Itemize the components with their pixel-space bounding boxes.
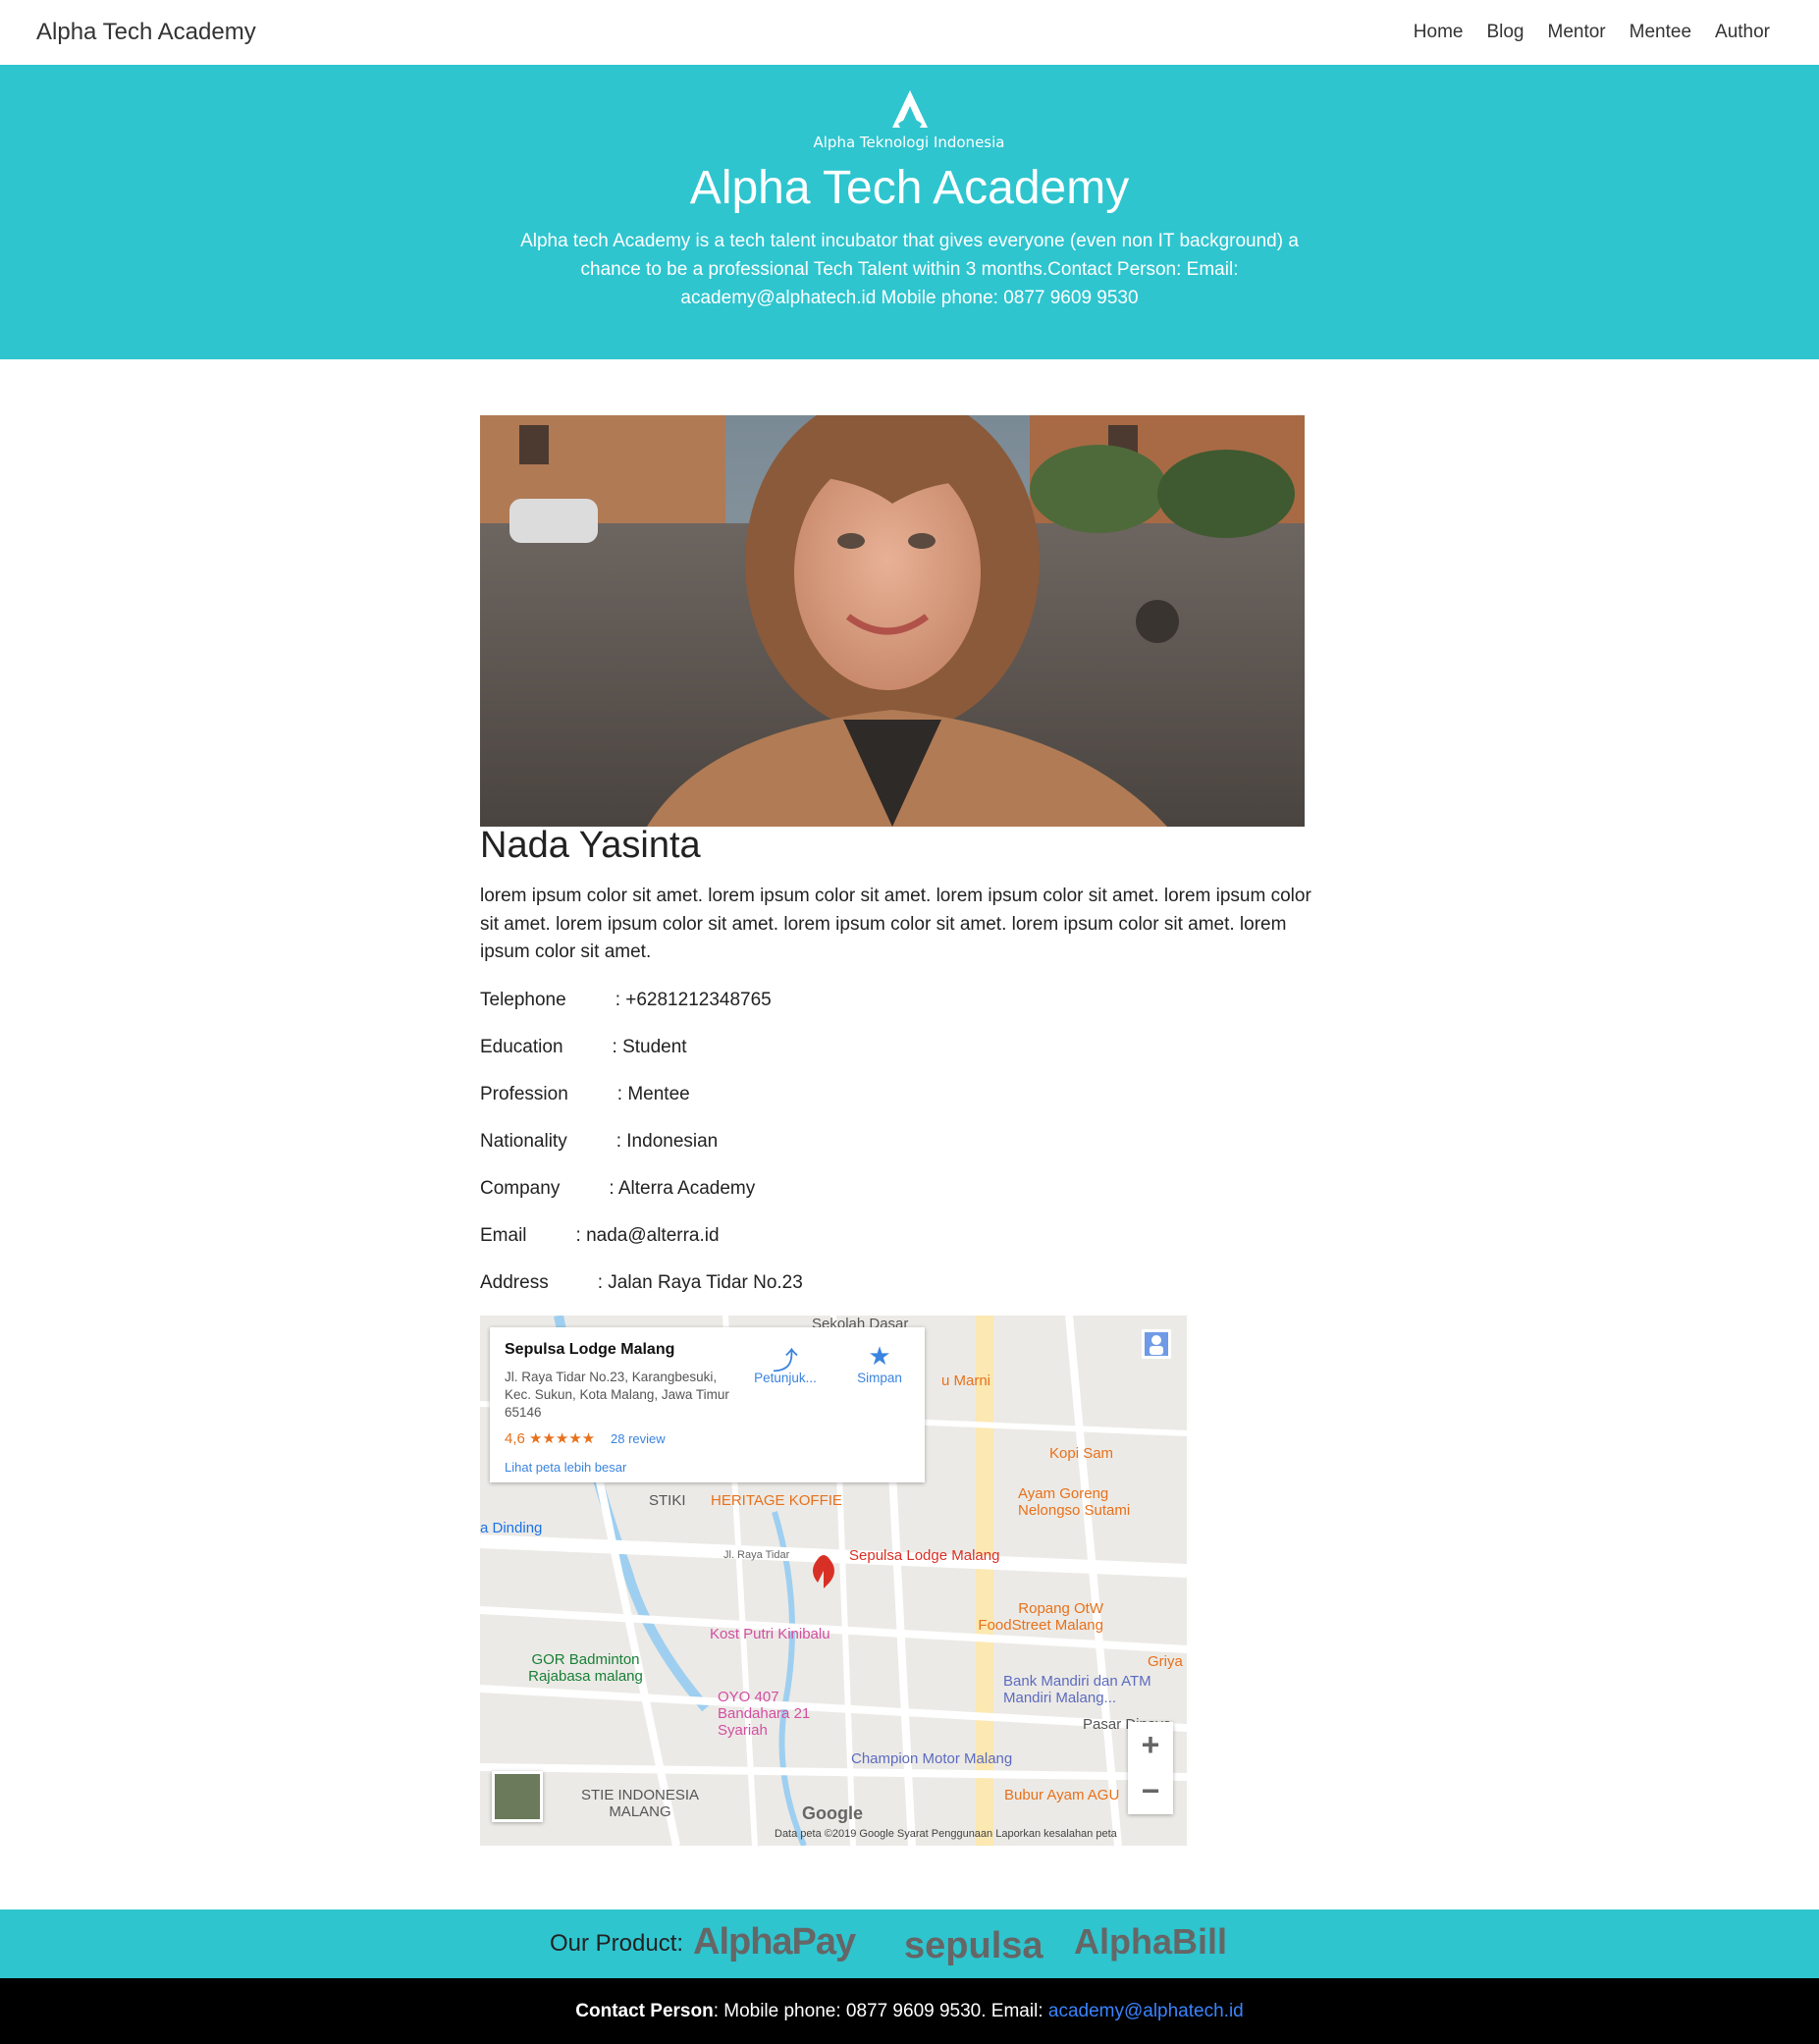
hero-banner: Alpha Teknologi Indonesia Alpha Tech Aca… bbox=[0, 65, 1819, 359]
map-directions-button[interactable]: ⤴ Petunjuk... bbox=[751, 1341, 820, 1385]
map-save-button[interactable]: ★ Simpan bbox=[845, 1341, 914, 1385]
map-label-stiki: STIKI bbox=[649, 1492, 686, 1509]
alphapay-logo: AlphaPay bbox=[693, 1921, 856, 1963]
profile-bio: lorem ipsum color sit amet. lorem ipsum … bbox=[480, 886, 1311, 962]
products-bar: Our Product: AlphaPay sepulsa AlphaBill bbox=[0, 1910, 1819, 1978]
detail-value: : Jalan Raya Tidar No.23 bbox=[597, 1272, 803, 1293]
detail-label: Education bbox=[480, 1037, 563, 1057]
map-label-kopi-sam: Kopi Sam bbox=[1049, 1445, 1114, 1462]
logo-text: Alpha Teknologi Indonesia bbox=[813, 134, 1005, 151]
google-logo: Google bbox=[802, 1803, 863, 1823]
map-label-oyo: OYO 407 Bandahara 21 Syariah bbox=[718, 1689, 811, 1739]
detail-nationality: Nationality : Indonesian bbox=[480, 1128, 803, 1175]
contact-footer: Contact Person: Mobile phone: 0877 9609 … bbox=[0, 1978, 1819, 2044]
detail-value: : Mentee bbox=[616, 1084, 690, 1104]
profile-photo-image bbox=[480, 415, 1305, 827]
pegman-icon[interactable] bbox=[1142, 1329, 1171, 1359]
map-label-griya: Griya bbox=[1148, 1653, 1183, 1670]
detail-label: Nationality bbox=[480, 1131, 567, 1152]
detail-email: Email : nada@alterra.id bbox=[480, 1222, 803, 1269]
map-label-ropang: Ropang OtW FoodStreet Malang bbox=[978, 1600, 1103, 1634]
map-place-name: Sepulsa Lodge Malang bbox=[505, 1341, 675, 1358]
hero-description: Alpha tech Academy is a tech talent incu… bbox=[520, 231, 1299, 308]
detail-company: Company : Alterra Academy bbox=[480, 1175, 803, 1222]
detail-value: : Student bbox=[612, 1037, 687, 1057]
map-reviews-link[interactable]: 28 review bbox=[611, 1431, 666, 1446]
alpha-logo-icon bbox=[892, 90, 928, 128]
profile-photo bbox=[480, 415, 1305, 827]
map-bigger-link[interactable]: Lihat peta lebih besar bbox=[505, 1460, 626, 1475]
detail-value: : Indonesian bbox=[615, 1131, 719, 1152]
nav-home[interactable]: Home bbox=[1414, 22, 1464, 43]
nav-mentee[interactable]: Mentee bbox=[1630, 22, 1691, 43]
detail-value: : +6281212348765 bbox=[615, 990, 772, 1010]
detail-value: : Alterra Academy bbox=[609, 1178, 756, 1199]
contact-label: Contact Person bbox=[575, 2001, 714, 2021]
hero-title: Alpha Tech Academy bbox=[689, 162, 1130, 214]
map-label-heritage: HERITAGE KOFFIE bbox=[711, 1492, 842, 1509]
star-icon: ★ bbox=[868, 1341, 891, 1371]
detail-telephone: Telephone : +6281212348765 bbox=[480, 987, 803, 1034]
navbar: Alpha Tech Academy Home Blog Mentor Ment… bbox=[0, 0, 1819, 65]
detail-profession: Profession : Mentee bbox=[480, 1081, 803, 1128]
detail-education: Education : Student bbox=[480, 1034, 803, 1081]
map-label-kost: Kost Putri Kinibalu bbox=[710, 1626, 830, 1642]
map-label-bubur: Bubur Ayam AGU bbox=[1004, 1787, 1120, 1803]
detail-label: Profession bbox=[480, 1084, 568, 1104]
zoom-in-button[interactable]: + bbox=[1128, 1722, 1173, 1768]
map-info-card: Sepulsa Lodge Malang Jl. Raya Tidar No.2… bbox=[490, 1327, 925, 1482]
map-attribution: Data peta ©2019 Google Syarat Penggunaan… bbox=[775, 1828, 1117, 1840]
map-directions-label: Petunjuk... bbox=[754, 1371, 817, 1385]
detail-label: Address bbox=[480, 1272, 549, 1293]
products-label: Our Product: bbox=[550, 1930, 684, 1957]
map-label-sepulsa: Sepulsa Lodge Malang bbox=[849, 1547, 1000, 1564]
nav-blog[interactable]: Blog bbox=[1486, 22, 1524, 43]
map-rating: 4,6 ★★★★★ bbox=[505, 1430, 596, 1447]
map-zoom-control: + − bbox=[1128, 1722, 1173, 1814]
detail-address: Address : Jalan Raya Tidar No.23 bbox=[480, 1269, 803, 1317]
map-label-champion: Champion Motor Malang bbox=[851, 1750, 1013, 1767]
zoom-out-button[interactable]: − bbox=[1128, 1768, 1173, 1814]
contact-email-link[interactable]: academy@alphatech.id bbox=[1048, 2001, 1244, 2021]
alphabill-logo: AlphaBill bbox=[1074, 1921, 1228, 1962]
profile-details: Telephone : +6281212348765 Education : Stu… bbox=[480, 987, 803, 1317]
map-label-ayam-goreng: Ayam Goreng Nelongso Sutami bbox=[1018, 1485, 1131, 1519]
sepulsa-logo: sepulsa bbox=[904, 1925, 1043, 1966]
map-label-gor: GOR Badminton Rajabasa malang bbox=[528, 1651, 643, 1685]
map-label-dinding: a Dinding bbox=[480, 1520, 543, 1536]
google-map[interactable]: Sekolah Dasar u Marni Kopi Sam Ayam Gore… bbox=[480, 1316, 1187, 1846]
detail-value: : nada@alterra.id bbox=[575, 1225, 720, 1246]
detail-label: Telephone bbox=[480, 990, 566, 1010]
map-label-stie: STIE INDONESIA MALANG bbox=[580, 1787, 700, 1820]
alpha-logo: Alpha Teknologi Indonesia bbox=[811, 88, 1007, 153]
map-label-bank-mandiri: Bank Mandiri dan ATM Mandiri Malang... bbox=[1003, 1673, 1151, 1706]
nav-author[interactable]: Author bbox=[1715, 22, 1770, 43]
brand-link[interactable]: Alpha Tech Academy bbox=[36, 19, 256, 46]
map-label-marni: u Marni bbox=[941, 1372, 991, 1389]
directions-icon: ⤴ bbox=[772, 1346, 798, 1375]
nav-links: Home Blog Mentor Mentee Author bbox=[1414, 22, 1770, 43]
map-place-address: Jl. Raya Tidar No.23, Karangbesuki, Kec.… bbox=[505, 1370, 729, 1420]
detail-label: Company bbox=[480, 1178, 561, 1199]
detail-label: Email bbox=[480, 1225, 527, 1246]
map-label-raya-tidar: Jl. Raya Tidar bbox=[723, 1549, 790, 1561]
profile-name: Nada Yasinta bbox=[480, 825, 701, 866]
nav-mentor[interactable]: Mentor bbox=[1548, 22, 1606, 43]
contact-text: : Mobile phone: 0877 9609 9530. Email: bbox=[713, 2001, 1048, 2021]
map-save-label: Simpan bbox=[857, 1371, 902, 1385]
satellite-toggle[interactable] bbox=[492, 1771, 543, 1822]
